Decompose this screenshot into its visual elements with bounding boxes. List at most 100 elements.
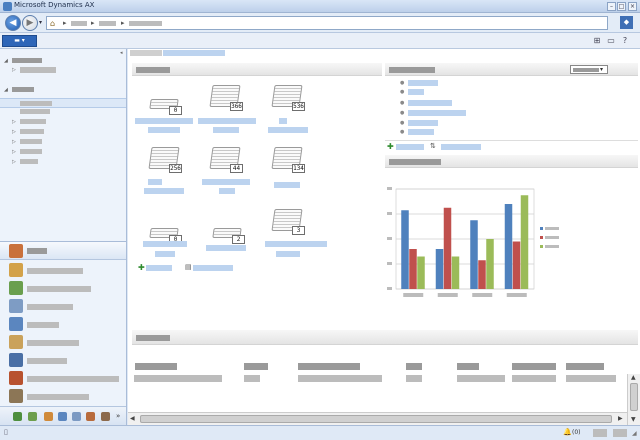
add-icon[interactable]: ✚: [138, 263, 145, 272]
add-icon[interactable]: ✚: [387, 142, 394, 151]
cue-label[interactable]: [276, 251, 300, 257]
forward-button[interactable]: ▶: [22, 15, 38, 31]
scroll-left-icon[interactable]: ◀: [130, 415, 135, 422]
cue-label[interactable]: [144, 188, 184, 194]
nav-item[interactable]: [20, 129, 44, 134]
cue-label[interactable]: [279, 118, 287, 124]
vertical-scrollbar[interactable]: ▲ ▼: [627, 374, 640, 425]
module-small-icon[interactable]: [13, 412, 22, 421]
help-icon[interactable]: ?: [620, 36, 630, 46]
chevron-right-icon[interactable]: ▸: [121, 19, 125, 27]
status-field-layer[interactable]: [613, 429, 627, 437]
expand-triangle-icon[interactable]: ▷: [12, 67, 16, 73]
module-button[interactable]: [0, 279, 126, 297]
notification-count[interactable]: (0): [572, 429, 581, 436]
column-header[interactable]: [566, 363, 604, 370]
scroll-thumb[interactable]: [140, 415, 612, 423]
cue-label[interactable]: [148, 127, 180, 133]
chevron-down-icon[interactable]: »: [116, 412, 120, 420]
notification-bell-icon[interactable]: 🔔: [563, 428, 572, 436]
cue-tile[interactable]: 44: [209, 147, 243, 173]
module-small-icon[interactable]: [86, 412, 95, 421]
cue-label[interactable]: [274, 182, 300, 188]
cue-label[interactable]: [198, 118, 256, 124]
cue-label[interactable]: [143, 241, 187, 247]
cue-tile[interactable]: 2: [212, 218, 245, 244]
quick-link[interactable]: [408, 110, 466, 116]
module-button[interactable]: [0, 297, 126, 315]
quick-link[interactable]: [408, 120, 438, 126]
cue-label[interactable]: [135, 118, 193, 124]
nav-item[interactable]: [20, 109, 50, 114]
favorites-header[interactable]: [12, 58, 42, 63]
module-button[interactable]: [0, 261, 126, 279]
module-small-icon[interactable]: [44, 412, 53, 421]
cue-tile[interactable]: 256: [148, 147, 182, 173]
quick-link[interactable]: [408, 100, 452, 106]
cue-tile[interactable]: 366: [209, 85, 243, 111]
column-header[interactable]: [512, 363, 556, 370]
hierarchy-icon[interactable]: ⊞: [592, 36, 602, 46]
module-small-icon[interactable]: [28, 412, 37, 421]
module-button[interactable]: [0, 315, 126, 333]
cue-label[interactable]: [219, 188, 235, 194]
back-button[interactable]: ◀: [5, 15, 21, 31]
organize-links[interactable]: [441, 144, 481, 150]
cue-label[interactable]: [265, 241, 327, 247]
expand-triangle-icon[interactable]: ◢: [4, 87, 8, 93]
column-header[interactable]: [457, 363, 479, 370]
cue-label[interactable]: [148, 179, 162, 185]
collapse-pane-icon[interactable]: ◂: [120, 50, 123, 56]
history-dropdown-icon[interactable]: ▾: [39, 19, 42, 26]
cue-tile[interactable]: 134: [271, 147, 305, 173]
manage-icon[interactable]: ▤: [185, 263, 192, 271]
nav-item-selected[interactable]: [0, 98, 126, 108]
module-small-icon[interactable]: [58, 412, 67, 421]
module-button[interactable]: [0, 333, 126, 351]
status-field-company[interactable]: [593, 429, 607, 437]
add-link[interactable]: [396, 144, 424, 150]
module-small-icon[interactable]: [101, 412, 110, 421]
view-dropdown[interactable]: ▾: [570, 65, 608, 74]
expand-triangle-icon[interactable]: ▷: [12, 149, 16, 155]
column-header[interactable]: [135, 363, 177, 370]
scroll-up-icon[interactable]: ▲: [631, 374, 636, 381]
module-button-home[interactable]: [0, 242, 126, 260]
cue-label[interactable]: [268, 127, 308, 133]
column-header[interactable]: [298, 363, 360, 370]
chevron-right-icon[interactable]: ▸: [91, 19, 95, 27]
maximize-button[interactable]: □: [617, 2, 626, 11]
scroll-right-icon[interactable]: ▶: [618, 415, 623, 422]
file-menu-button[interactable]: ▬ ▾: [2, 35, 37, 47]
module-button[interactable]: [0, 369, 126, 387]
column-header[interactable]: [244, 363, 268, 370]
cue-tile[interactable]: 0: [149, 89, 182, 115]
cue-label[interactable]: [155, 251, 175, 257]
breadcrumb[interactable]: ⌂ ▸ ▸ ▸: [46, 16, 608, 30]
expand-triangle-icon[interactable]: ▷: [12, 139, 16, 145]
expand-triangle-icon[interactable]: ▷: [12, 129, 16, 135]
cue-tile[interactable]: 536: [271, 85, 305, 111]
nav-item[interactable]: [20, 159, 38, 164]
quick-link[interactable]: [408, 80, 438, 86]
nav-item[interactable]: [20, 149, 42, 154]
expand-triangle-icon[interactable]: ▷: [12, 159, 16, 165]
sort-icon[interactable]: ⇅: [430, 142, 436, 150]
cue-tile[interactable]: 3: [271, 209, 305, 235]
cue-label[interactable]: [213, 127, 239, 133]
minimize-button[interactable]: –: [607, 2, 616, 11]
close-button[interactable]: ×: [628, 2, 637, 11]
module-header[interactable]: [12, 87, 34, 92]
nav-item[interactable]: [20, 139, 42, 144]
manage-cues-link[interactable]: [193, 265, 233, 271]
cue-label[interactable]: [202, 179, 250, 185]
quick-link[interactable]: [408, 89, 424, 95]
expand-triangle-icon[interactable]: ▷: [12, 119, 16, 125]
scroll-thumb[interactable]: [630, 383, 638, 411]
favorites-item[interactable]: [20, 67, 56, 73]
chevron-right-icon[interactable]: ▸: [63, 19, 67, 27]
module-button[interactable]: [0, 387, 126, 405]
breadcrumb-item-page[interactable]: [129, 21, 162, 26]
module-small-icon[interactable]: [72, 412, 81, 421]
column-header[interactable]: [406, 363, 422, 370]
